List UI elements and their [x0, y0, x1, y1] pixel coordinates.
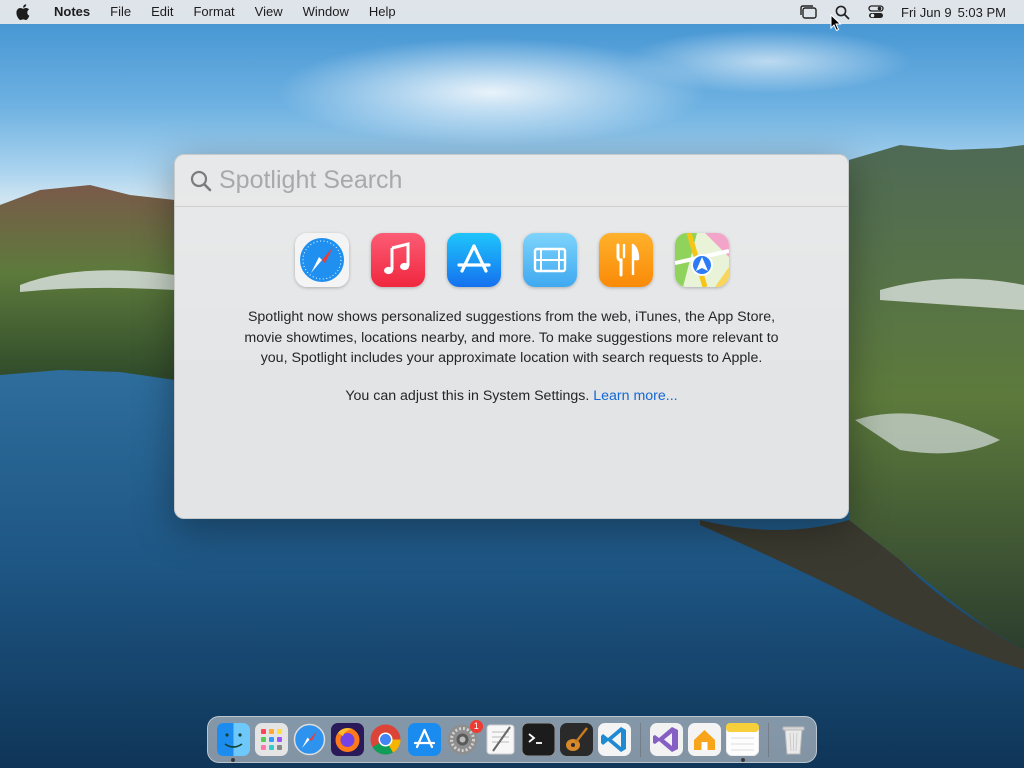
terminal-icon[interactable] — [522, 723, 556, 756]
instruments-icon[interactable] — [560, 723, 594, 756]
music-app-icon[interactable] — [370, 233, 425, 287]
menu-format[interactable]: Format — [183, 0, 244, 24]
menu-view[interactable]: View — [245, 0, 293, 24]
control-center-icon[interactable] — [859, 0, 893, 24]
menu-clock[interactable]: Fri Jun 9 5:03 PM — [893, 5, 1024, 20]
app-store-app-icon[interactable] — [446, 233, 501, 287]
maps-app-icon[interactable] — [674, 233, 729, 287]
clock-time: 5:03 PM — [957, 4, 1006, 20]
menu-file[interactable]: File — [100, 0, 141, 24]
mouse-cursor-icon — [830, 14, 842, 32]
finder-icon[interactable] — [216, 723, 250, 762]
menu-edit[interactable]: Edit — [141, 0, 183, 24]
dock-separator — [640, 722, 642, 757]
search-icon — [190, 170, 212, 191]
notes-app-icon[interactable] — [726, 723, 760, 762]
spotlight-panel: Spotlight now shows personalized suggest… — [174, 154, 849, 519]
home-app-icon[interactable] — [687, 723, 721, 756]
spotlight-settings-note: You can adjust this in System Settings. … — [175, 388, 848, 404]
visual-studio-icon[interactable] — [649, 723, 683, 756]
menu-bar: Notes File Edit Format View Window Help … — [0, 0, 1024, 24]
firefox-icon[interactable] — [331, 723, 365, 756]
fork-knife-icon[interactable] — [598, 233, 653, 287]
launchpad-icon[interactable] — [254, 723, 288, 756]
safari-app-icon[interactable] — [294, 233, 349, 287]
menu-help[interactable]: Help — [359, 0, 406, 24]
dock-separator-trash — [767, 722, 769, 757]
safari-dock-icon[interactable] — [293, 723, 326, 756]
vscode-icon[interactable] — [598, 723, 632, 756]
settings-note-text: You can adjust this in System Settings. — [345, 387, 590, 404]
spotlight-search-row — [175, 155, 848, 207]
app-store-dock-icon[interactable] — [407, 723, 441, 756]
chrome-icon[interactable] — [369, 723, 402, 756]
learn-more-link[interactable]: Learn more... — [593, 388, 677, 404]
apple-menu-icon[interactable] — [16, 4, 38, 20]
menu-window[interactable]: Window — [293, 0, 359, 24]
stage-manager-icon[interactable] — [791, 0, 825, 24]
spotlight-privacy-text: Spotlight now shows personalized suggest… — [244, 309, 779, 366]
suggested-apps — [175, 233, 848, 287]
dock: 1 — [207, 716, 817, 763]
trash-icon[interactable] — [777, 723, 810, 756]
tv-app-icon[interactable] — [522, 233, 577, 287]
menu-app-name[interactable]: Notes — [52, 0, 100, 24]
spotlight-search-input[interactable] — [219, 166, 819, 195]
textedit-icon[interactable] — [484, 723, 517, 756]
clock-day: Fri Jun 9 — [901, 4, 952, 20]
system-settings-icon[interactable]: 1 — [446, 720, 483, 756]
notification-badge: 1 — [469, 720, 483, 733]
